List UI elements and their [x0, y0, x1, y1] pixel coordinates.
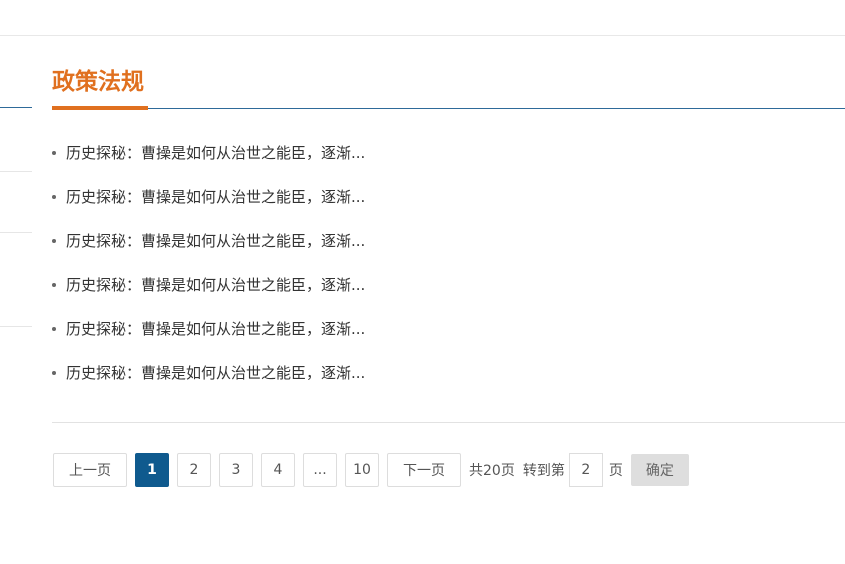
section-title: 政策法规	[52, 69, 144, 95]
news-list-item[interactable]: 历史探秘：曹操是如何从治世之能臣，逐渐...	[52, 184, 365, 228]
bullet-icon	[52, 239, 56, 243]
page: 政策法规 历史探秘：曹操是如何从治世之能臣，逐渐... 历史探秘：曹操是如何从治…	[0, 0, 845, 564]
page-button-3[interactable]: 3	[219, 453, 253, 487]
news-list-item[interactable]: 历史探秘：曹操是如何从治世之能臣，逐渐...	[52, 316, 365, 360]
news-title-link[interactable]: 历史探秘：曹操是如何从治世之能臣，逐渐...	[66, 228, 365, 254]
news-title-link[interactable]: 历史探秘：曹操是如何从治世之能臣，逐渐...	[66, 140, 365, 166]
news-title-link[interactable]: 历史探秘：曹操是如何从治世之能臣，逐渐...	[66, 184, 365, 210]
news-list: 历史探秘：曹操是如何从治世之能臣，逐渐... 历史探秘：曹操是如何从治世之能臣，…	[52, 140, 365, 404]
goto-page-input[interactable]	[568, 453, 603, 487]
news-title-link[interactable]: 历史探秘：曹操是如何从治世之能臣，逐渐...	[66, 316, 365, 342]
news-list-item[interactable]: 历史探秘：曹操是如何从治世之能臣，逐渐...	[52, 360, 365, 404]
prev-page-button[interactable]: 上一页	[53, 453, 127, 487]
sidebar-accent-line	[0, 107, 32, 108]
sidebar-divider	[0, 326, 32, 327]
goto-prefix-label: 转到第	[522, 463, 565, 479]
pagination: 上一页 1 2 3 4 ... 10 下一页 共20页 转到第 页 确定	[53, 453, 689, 487]
page-ellipsis: ...	[303, 453, 337, 487]
bullet-icon	[52, 151, 56, 155]
bullet-icon	[52, 371, 56, 375]
page-button-10[interactable]: 10	[345, 453, 379, 487]
total-pages-label: 共20页	[469, 463, 515, 479]
section-title-rule	[52, 108, 845, 109]
goto-confirm-button[interactable]: 确定	[630, 454, 689, 486]
bullet-icon	[52, 283, 56, 287]
next-page-button[interactable]: 下一页	[387, 453, 461, 487]
page-button-2[interactable]: 2	[177, 453, 211, 487]
goto-suffix-label: 页	[608, 463, 623, 479]
news-title-link[interactable]: 历史探秘：曹操是如何从治世之能臣，逐渐...	[66, 360, 365, 386]
news-list-item[interactable]: 历史探秘：曹操是如何从治世之能臣，逐渐...	[52, 272, 365, 316]
list-bottom-divider	[52, 422, 845, 423]
bullet-icon	[52, 195, 56, 199]
news-list-item[interactable]: 历史探秘：曹操是如何从治世之能臣，逐渐...	[52, 140, 365, 184]
page-button-1[interactable]: 1	[135, 453, 169, 487]
section-title-underline	[52, 106, 148, 110]
news-title-link[interactable]: 历史探秘：曹操是如何从治世之能臣，逐渐...	[66, 272, 365, 298]
bullet-icon	[52, 327, 56, 331]
sidebar-divider	[0, 232, 32, 233]
top-divider	[0, 35, 845, 36]
page-button-4[interactable]: 4	[261, 453, 295, 487]
news-list-item[interactable]: 历史探秘：曹操是如何从治世之能臣，逐渐...	[52, 228, 365, 272]
sidebar-divider	[0, 171, 32, 172]
